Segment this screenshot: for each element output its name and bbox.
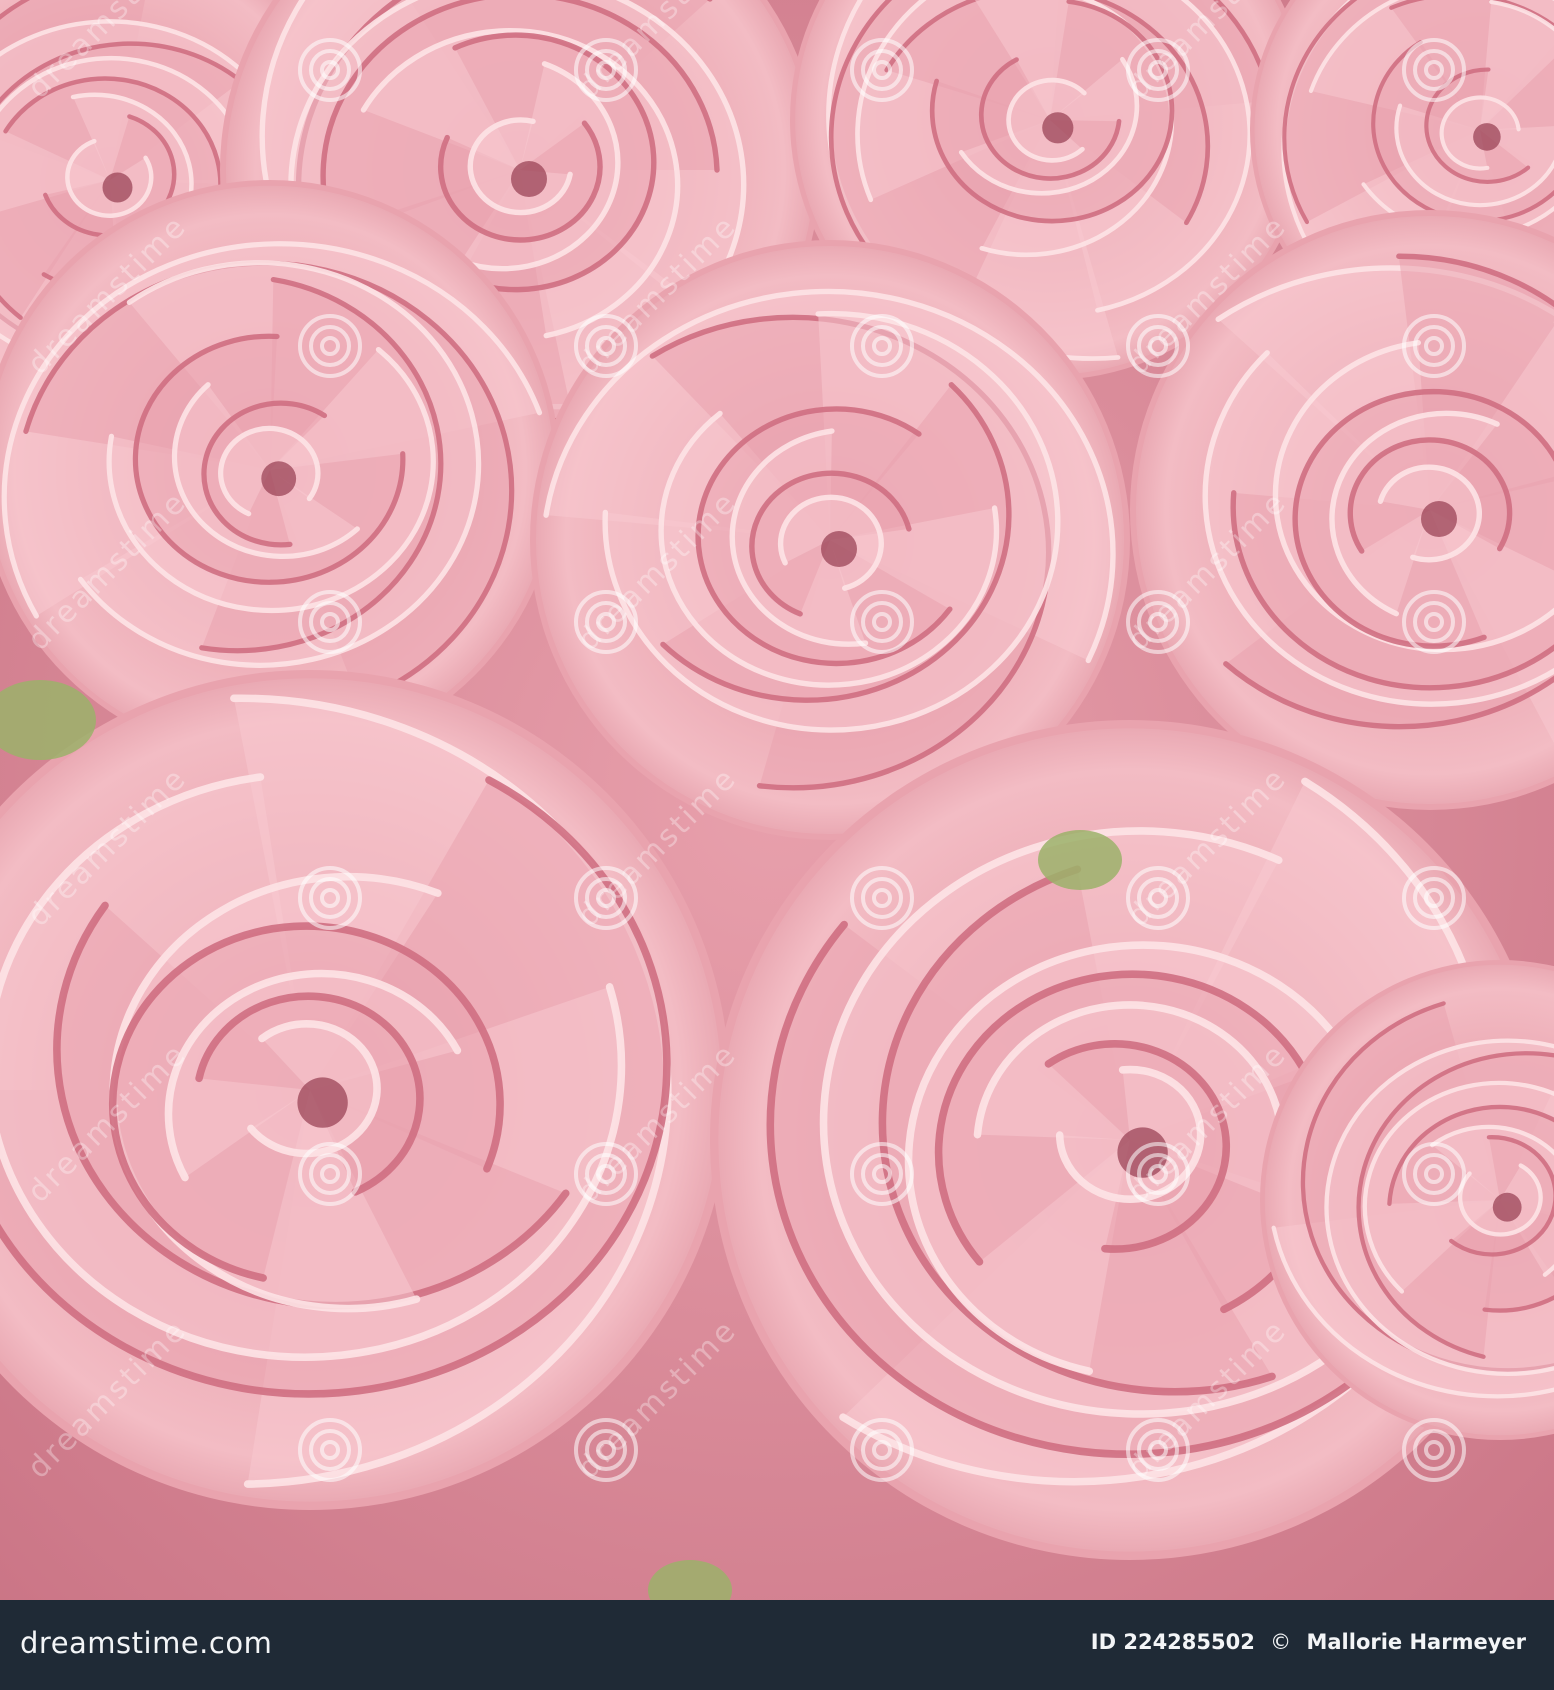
author-name[interactable]: Mallorie Harmeyer: [1306, 1630, 1526, 1654]
stock-photo: dreamstime dreamstime dreamstime dreamstime…: [0, 0, 1554, 1600]
id-value: 224285502: [1123, 1630, 1255, 1654]
roses-image: dreamstime dreamstime dreamstimedreamstime…: [0, 0, 1554, 1600]
brand-name[interactable]: dreamstime.com: [20, 1626, 272, 1660]
leaf: [1038, 830, 1122, 890]
copyright-icon: ©: [1270, 1630, 1292, 1654]
image-footer-bar: dreamstime.com ID 224285502 © Mallorie H…: [0, 1600, 1554, 1690]
id-label: ID: [1090, 1630, 1117, 1654]
image-credit: ID 224285502 © Mallorie Harmeyer: [1091, 1630, 1526, 1654]
